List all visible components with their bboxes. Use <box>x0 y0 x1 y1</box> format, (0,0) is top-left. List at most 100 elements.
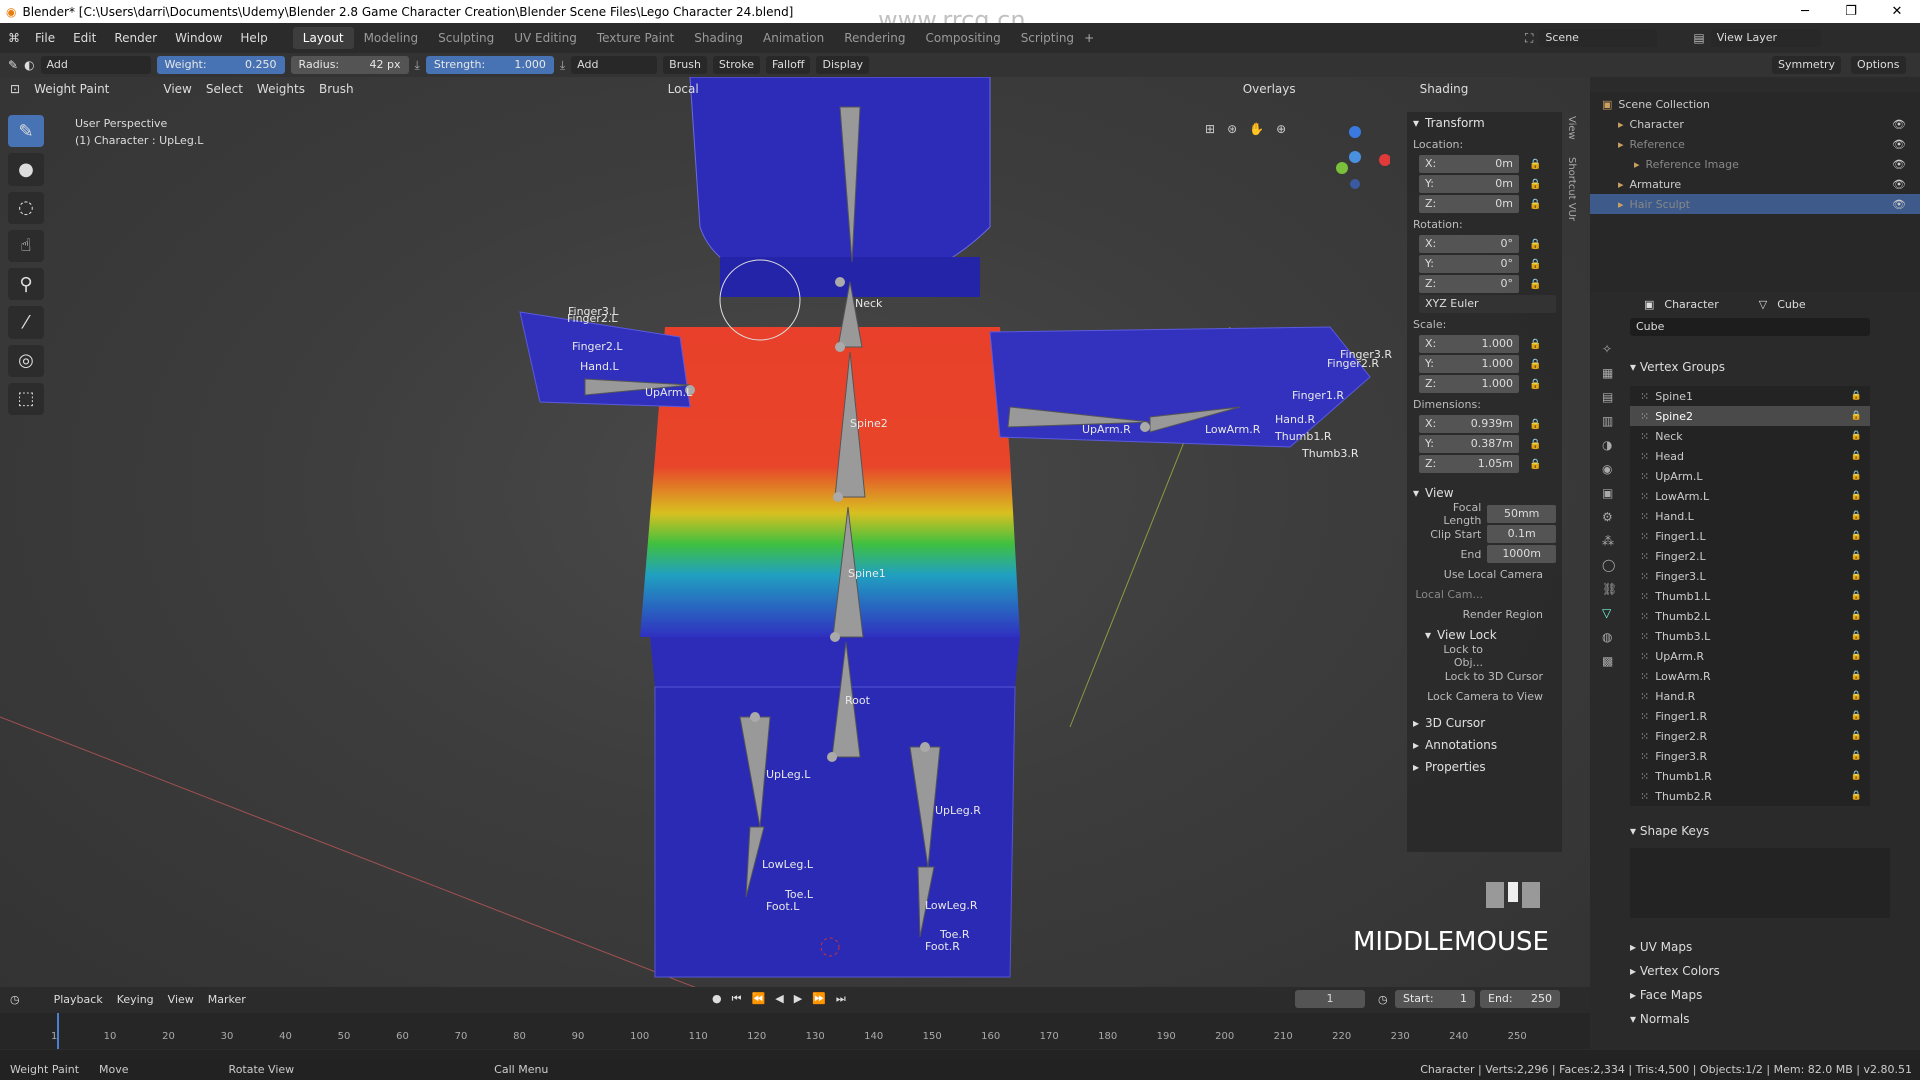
lock-icon[interactable]: 🔒 <box>1851 671 1862 681</box>
lock-icon[interactable]: 🔒 <box>1851 411 1862 421</box>
tab-animation[interactable]: Animation <box>753 27 834 49</box>
vertex-group-item[interactable]: ⁙ Spine1 🔒 <box>1630 386 1870 406</box>
material-tab-icon[interactable]: ◍ <box>1602 630 1617 644</box>
local-camera-row[interactable]: Local Cam... <box>1407 584 1562 604</box>
lock-icon[interactable]: 🔒 <box>1851 391 1862 401</box>
tool-tab-icon[interactable]: ✧ <box>1602 342 1617 356</box>
rotation-y-field[interactable]: Y: 0° <box>1419 255 1519 273</box>
tab-uv-editing[interactable]: UV Editing <box>504 27 587 49</box>
dimensions-y-field[interactable]: Y: 0.387m <box>1419 435 1519 453</box>
lock-icon[interactable]: 🔒 <box>1529 279 1541 290</box>
lock-icon[interactable]: 🔒 <box>1529 199 1541 210</box>
brush-type-icon[interactable]: ◐ <box>24 58 34 72</box>
camera-view-icon[interactable]: ⊛ <box>1227 122 1237 136</box>
brush-name-field[interactable]: Add <box>40 56 151 74</box>
sample-weight-icon[interactable]: ⚲ <box>8 268 44 301</box>
rotation-z-field[interactable]: Z: 0° <box>1419 275 1519 293</box>
timeline-editor-icon[interactable]: ◷ <box>10 993 20 1006</box>
lock-icon[interactable]: 🔒 <box>1851 511 1862 521</box>
vertex-group-item[interactable]: ⁙ Finger2.R 🔒 <box>1630 726 1870 746</box>
vertex-group-item[interactable]: ⁙ Hand.R 🔒 <box>1630 686 1870 706</box>
minimize-icon[interactable]: ─ <box>1782 0 1828 23</box>
radius-pressure-icon[interactable]: ⤓ <box>415 58 420 73</box>
vertex-group-item[interactable]: ⁙ Thumb1.R 🔒 <box>1630 766 1870 786</box>
close-icon[interactable]: ✕ <box>1874 0 1920 23</box>
lock-icon[interactable]: 🔒 <box>1851 691 1862 701</box>
lock-icon[interactable]: 🔒 <box>1851 431 1862 441</box>
lock-icon[interactable]: 🔒 <box>1851 731 1862 741</box>
select-box-icon[interactable]: ⬚ <box>8 382 44 415</box>
texture-tab-icon[interactable]: ▩ <box>1602 654 1617 668</box>
menu-window[interactable]: Window <box>166 31 231 45</box>
lock-icon[interactable]: 🔒 <box>1851 571 1862 581</box>
scale-y-field[interactable]: Y: 1.000 <box>1419 355 1519 373</box>
lock-icon[interactable]: 🔒 <box>1529 339 1541 350</box>
start-frame-field[interactable]: Start: 1 <box>1395 990 1475 1008</box>
vertex-group-item[interactable]: ⁙ Thumb3.L 🔒 <box>1630 626 1870 646</box>
clip-start-field[interactable]: 0.1m <box>1487 525 1556 543</box>
lock-icon[interactable]: 🔒 <box>1529 439 1541 450</box>
3d-cursor-header[interactable]: ▸ 3D Cursor <box>1407 712 1562 734</box>
rotation-x-field[interactable]: X: 0° <box>1419 235 1519 253</box>
strength-field[interactable]: Strength: 1.000 <box>425 56 554 74</box>
playback-menu[interactable]: Playback <box>54 993 103 1006</box>
radius-field[interactable]: Radius: 42 px <box>290 56 409 74</box>
object-tab-icon[interactable]: ▣ <box>1602 486 1617 500</box>
visibility-icon[interactable]: 👁 <box>1892 198 1906 211</box>
draw-brush-icon[interactable]: ✎ <box>8 115 44 148</box>
visibility-icon[interactable]: 👁 <box>1892 138 1906 151</box>
rotation-mode-dropdown[interactable]: XYZ Euler <box>1419 295 1556 313</box>
marker-menu[interactable]: Marker <box>208 993 246 1006</box>
vertex-group-item[interactable]: ⁙ Finger2.L 🔒 <box>1630 546 1870 566</box>
lock-icon[interactable]: 🔒 <box>1851 591 1862 601</box>
vertex-group-item[interactable]: ⁙ Neck 🔒 <box>1630 426 1870 446</box>
lock-to-object-row[interactable]: Lock to Obj... <box>1407 643 1562 669</box>
brush-menu-vp[interactable]: Brush <box>319 82 354 96</box>
lock-icon[interactable]: 🔒 <box>1851 791 1862 801</box>
lock-icon[interactable]: 🔒 <box>1529 239 1541 250</box>
blur-brush-icon[interactable]: ● <box>8 153 44 186</box>
properties-header[interactable]: ▸ Properties <box>1407 756 1562 778</box>
menu-help[interactable]: Help <box>231 31 276 45</box>
vertex-group-item[interactable]: ⁙ Spine2 🔒 <box>1630 406 1870 426</box>
jump-end-icon[interactable]: ⏭ <box>836 992 846 1006</box>
lock-icon[interactable]: 🔒 <box>1851 751 1862 761</box>
tab-layout[interactable]: Layout <box>292 27 354 49</box>
navigation-gizmo[interactable] <box>1320 122 1391 192</box>
falloff-menu[interactable]: Falloff <box>765 56 811 74</box>
render-tab-icon[interactable]: ▦ <box>1602 366 1617 380</box>
strength-pressure-icon[interactable]: ⤓ <box>560 58 565 73</box>
vertex-group-item[interactable]: ⁙ Head 🔒 <box>1630 446 1870 466</box>
mesh-datablock-field[interactable]: Cube <box>1630 318 1870 336</box>
current-frame-field[interactable]: 1 <box>1295 990 1365 1008</box>
vertex-groups-header[interactable]: ▾ Vertex Groups <box>1630 360 1910 380</box>
vertex-group-item[interactable]: ⁙ Thumb2.L 🔒 <box>1630 606 1870 626</box>
lock-icon[interactable]: 🔒 <box>1851 531 1862 541</box>
modifier-tab-icon[interactable]: ⚙ <box>1602 510 1617 524</box>
lock-icon[interactable]: 🔒 <box>1851 651 1862 661</box>
lock-icon[interactable]: 🔒 <box>1851 551 1862 561</box>
shape-keys-header[interactable]: ▾ Shape Keys <box>1630 824 1910 844</box>
vertex-group-item[interactable]: ⁙ Thumb2.R 🔒 <box>1630 786 1870 806</box>
camera-grid-icon[interactable]: ⊞ <box>1205 122 1215 136</box>
timeline-ruler[interactable]: 1 10 20 30 40 50 60 70 80 90 100 110 120 130 140 150 160… <box>0 1013 1590 1049</box>
editor-type-icon[interactable]: ⊡ <box>10 82 20 96</box>
lock-camera-row[interactable]: Lock Camera to View <box>1407 686 1562 706</box>
lock-icon[interactable]: 🔒 <box>1851 631 1862 641</box>
vertex-group-item[interactable]: ⁙ Finger3.R 🔒 <box>1630 746 1870 766</box>
annotate-cursor-icon[interactable]: ◎ <box>8 344 44 377</box>
lock-icon[interactable]: 🔒 <box>1529 459 1541 470</box>
scale-z-field[interactable]: Z: 1.000 <box>1419 375 1519 393</box>
3d-viewport[interactable]: ⊡ Weight Paint View Select Weights Brush… <box>0 77 1590 997</box>
symmetry-menu[interactable]: Symmetry <box>1772 56 1842 74</box>
orientation-dropdown[interactable]: Local <box>668 82 699 96</box>
zoom-icon[interactable]: ⊕ <box>1276 122 1286 136</box>
transform-header[interactable]: ▾ Transform <box>1407 112 1562 134</box>
constraints-tab-icon[interactable]: ⛓ <box>1602 582 1617 596</box>
outliner-item[interactable]: ▸ Armature 👁 <box>1590 174 1920 194</box>
timeline-view-menu[interactable]: View <box>168 993 194 1006</box>
lock-icon[interactable]: 🔒 <box>1529 379 1541 390</box>
vertex-group-item[interactable]: ⁙ Finger1.R 🔒 <box>1630 706 1870 726</box>
tab-scripting[interactable]: Scripting <box>1011 27 1084 49</box>
uv-maps-header[interactable]: ▸ UV Maps <box>1630 940 1910 960</box>
